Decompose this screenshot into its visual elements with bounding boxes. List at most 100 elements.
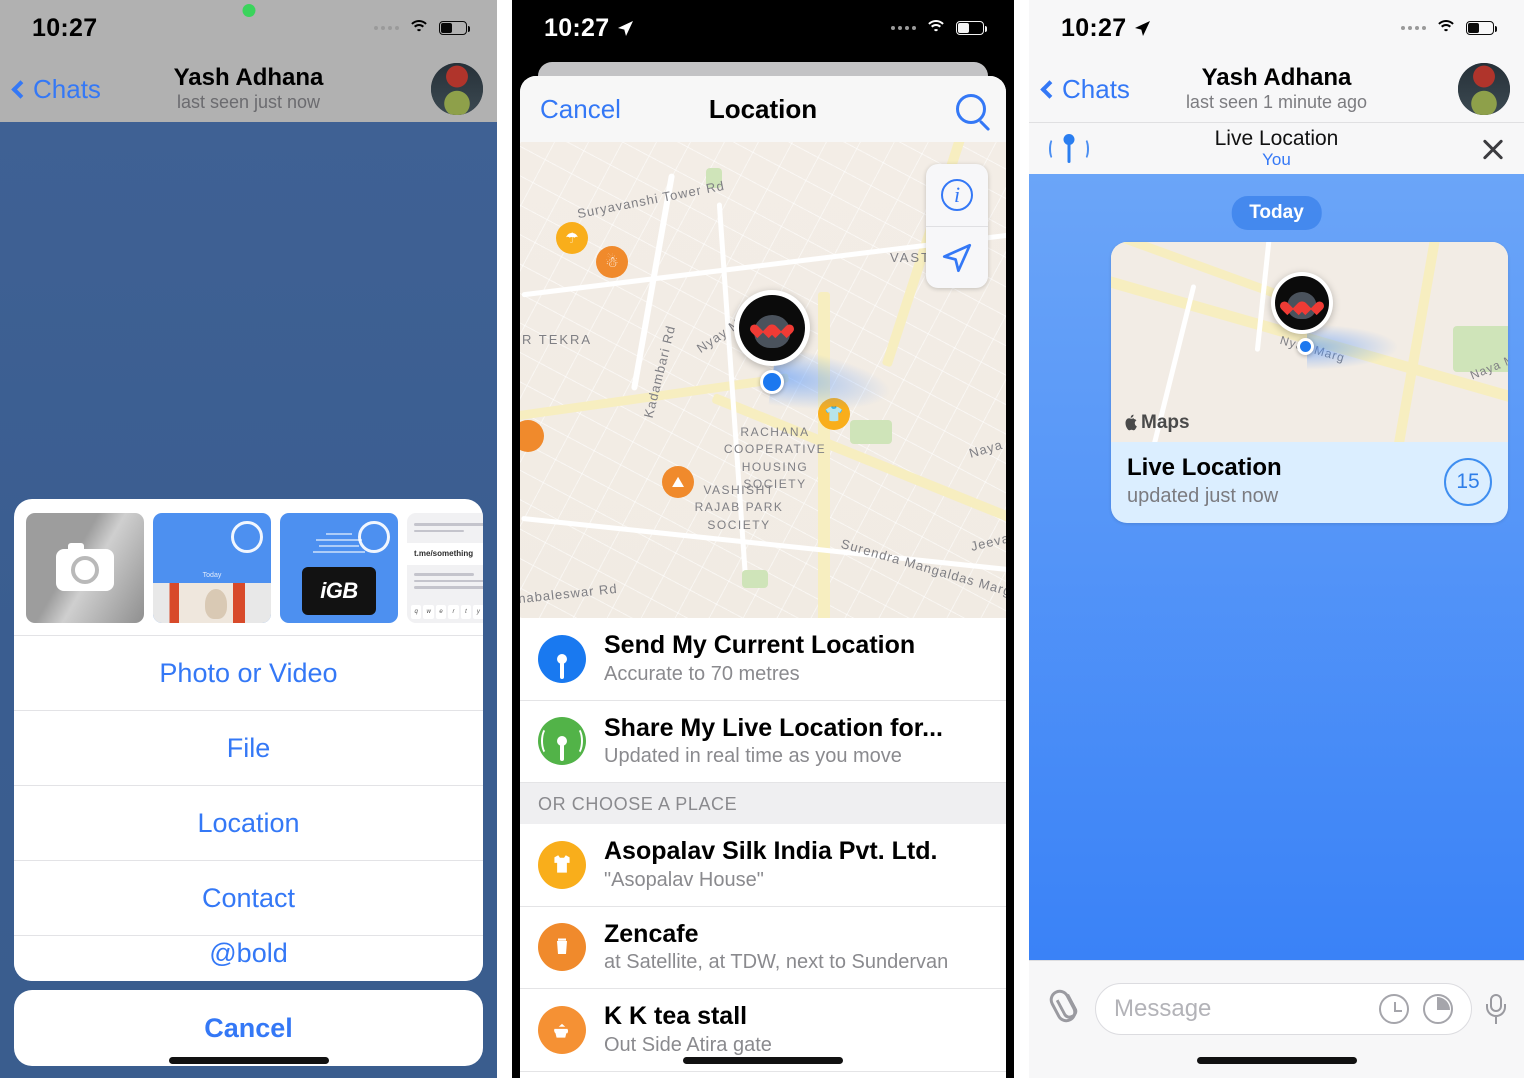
map-controls[interactable]: i	[926, 164, 988, 288]
status-bar: 10:27	[512, 0, 1014, 56]
avatar-memoji	[739, 295, 805, 361]
map-park	[742, 570, 768, 588]
status-icons	[891, 19, 987, 37]
doc-lines-top	[414, 519, 483, 536]
bubble-title: Live Location	[1127, 454, 1282, 481]
action-file[interactable]: File	[14, 710, 483, 785]
sticker-icon[interactable]	[1423, 994, 1453, 1024]
battery-icon	[956, 21, 987, 35]
countdown-badge[interactable]: 15	[1444, 458, 1492, 507]
contact-status: last seen 1 minute ago	[1185, 91, 1368, 112]
my-location-avatar-pin	[1271, 272, 1333, 334]
sheet-title: Location	[708, 93, 818, 124]
select-circle-icon[interactable]	[231, 521, 263, 553]
section-header-choose-place: OR CHOOSE A PLACE	[520, 783, 1006, 824]
photo-tile-2-lines	[306, 529, 372, 561]
share-live-location-row[interactable]: Share My Live Location for... Updated in…	[520, 700, 1006, 783]
camera-tile[interactable]	[26, 513, 144, 623]
cancel-button[interactable]: Cancel	[14, 990, 483, 1066]
home-indicator	[683, 1057, 843, 1064]
contact-name: Yash Adhana	[173, 63, 324, 91]
row-title: Share My Live Location for...	[604, 713, 943, 742]
contact-avatar[interactable]	[431, 63, 483, 115]
paperclip-icon[interactable]	[1046, 986, 1081, 1026]
search-icon[interactable]	[956, 94, 986, 124]
map-poi-food-icon[interactable]: ☃	[596, 246, 628, 278]
doc-title-band: t.me/something	[407, 543, 483, 565]
bubble-map-preview[interactable]: Nyay Marg Naya M Maps	[1111, 242, 1508, 442]
map-info-button[interactable]: i	[926, 164, 988, 226]
place-row[interactable]: Asopalav Silk India Pvt. Ltd. "Asopalav …	[520, 824, 1006, 907]
action-contact[interactable]: Contact	[14, 860, 483, 935]
map-label: VASHISHT RAJAB PARK SOCIETY	[694, 483, 784, 532]
my-location-avatar-pin[interactable]	[734, 290, 810, 366]
map-view[interactable]: Suryavanshi Tower Rd VASTRA R TEKRA Nyay…	[520, 142, 1006, 618]
back-to-chats-button[interactable]: Chats	[11, 73, 101, 105]
live-location-message-bubble[interactable]: Nyay Marg Naya M Maps	[1111, 242, 1508, 523]
live-banner-subtitle: You	[1262, 150, 1291, 170]
bubble-subtitle: updated just now	[1127, 484, 1279, 507]
map-locate-button[interactable]	[926, 226, 988, 288]
chevron-left-icon	[11, 79, 30, 99]
row-subtitle: Accurate to 70 metres	[604, 662, 800, 685]
row-title: K K tea stall	[604, 1002, 748, 1030]
info-icon: i	[941, 179, 973, 211]
row-text: Share My Live Location for... Updated in…	[604, 714, 943, 770]
status-bar: 10:27	[0, 0, 497, 56]
action-bold-bot[interactable]: @bold	[14, 935, 483, 981]
map-label: R TEKRA	[522, 332, 593, 347]
apple-logo-icon	[1125, 414, 1137, 431]
status-time: 10:27	[1061, 14, 1152, 43]
signal-dots-icon	[374, 26, 399, 30]
live-banner-title: Live Location	[1214, 126, 1339, 150]
media-picker-strip[interactable]: Today iGB t.me/something q w e r t y	[14, 499, 483, 635]
live-location-banner[interactable]: Live Location You	[1029, 122, 1524, 174]
microphone-icon[interactable]	[1486, 994, 1506, 1024]
action-photo-or-video[interactable]: Photo or Video	[14, 635, 483, 710]
place-row[interactable]: Cinepolis Alpha One Mall	[520, 1071, 1006, 1078]
my-location-dot	[760, 370, 784, 394]
heading-beam	[1307, 324, 1399, 370]
contact-avatar[interactable]	[1458, 63, 1510, 115]
shirt-icon	[538, 840, 586, 889]
place-row[interactable]: Zencafe at Satellite, at TDW, next to Su…	[520, 906, 1006, 989]
self-destruct-timer-icon[interactable]	[1379, 994, 1409, 1024]
contact-status: last seen just now	[176, 91, 321, 112]
home-indicator	[1196, 1057, 1357, 1064]
battery-icon	[1466, 21, 1497, 35]
status-icons	[1401, 19, 1497, 37]
send-current-location-row[interactable]: Send My Current Location Accurate to 70 …	[520, 618, 1006, 701]
home-indicator	[168, 1057, 329, 1064]
heart-eyes-icon	[755, 321, 789, 336]
panel-location-picker: 10:27 Cancel Location Suryavanshi Tower …	[512, 0, 1014, 1078]
row-text: Zencafe at Satellite, at TDW, next to Su…	[604, 920, 948, 976]
photo-tile-3[interactable]: t.me/something qwertyuio	[407, 513, 483, 623]
action-location[interactable]: Location	[14, 785, 483, 860]
live-pin-icon	[538, 717, 586, 766]
row-subtitle: "Asopalav House"	[604, 868, 764, 891]
action-sheet-card: Today iGB t.me/something q w e r t y Pho…	[14, 499, 483, 981]
map-poi-shop-icon[interactable]: ☂	[556, 222, 588, 254]
photo-tile-1[interactable]: Today	[153, 513, 271, 623]
message-input-field[interactable]: Message	[1095, 983, 1472, 1035]
photo-tile-3-caption: t.me/something	[414, 549, 474, 558]
map-road	[1254, 242, 1273, 352]
row-title: Asopalav Silk India Pvt. Ltd.	[604, 837, 938, 865]
back-to-chats-button[interactable]: Chats	[1040, 74, 1130, 105]
chat-background-dimmed: 10:16 AM Today	[0, 122, 497, 1078]
apple-maps-attribution: Maps	[1123, 412, 1190, 434]
nav-bar: Chats Yash Adhana last seen just now	[0, 56, 497, 122]
map-park	[850, 420, 892, 444]
photo-tile-2[interactable]: iGB	[280, 513, 398, 623]
wifi-icon	[408, 19, 430, 37]
back-label: Chats	[33, 73, 101, 104]
keyboard-preview: qwertyuio	[411, 605, 483, 619]
close-icon[interactable]	[1480, 136, 1506, 162]
map-poi-home-icon[interactable]: ⛰	[662, 466, 694, 498]
signal-dots-icon	[1401, 26, 1426, 30]
bubble-footer: Live Location updated just now 15	[1111, 442, 1508, 523]
status-time: 10:27	[32, 13, 98, 42]
avatar-image	[1458, 63, 1510, 115]
panel-gap	[497, 0, 512, 1078]
row-subtitle: Updated in real time as you move	[604, 745, 902, 767]
